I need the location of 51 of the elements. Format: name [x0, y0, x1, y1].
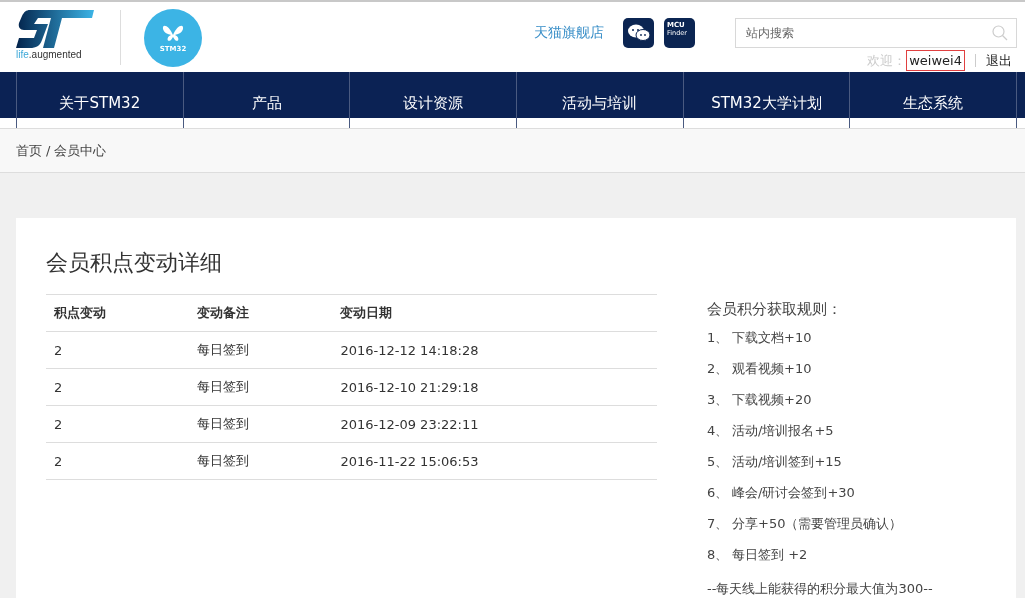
rule-text: 峰会/研讨会签到+30 [732, 484, 855, 502]
store-link[interactable]: 天猫旗舰店 [534, 24, 604, 42]
search-field[interactable]: 站内搜索 [735, 18, 1017, 48]
column-header: 变动日期 [332, 294, 657, 332]
table-cell: 每日签到 [189, 331, 333, 369]
rule-text: 活动/培训签到+15 [732, 453, 842, 471]
table-cell: 2016-12-12 14:18:28 [332, 331, 657, 369]
table-cell: 2016-11-22 15:06:53 [332, 442, 657, 480]
logout-link[interactable]: 退出 [986, 51, 1012, 70]
table-cell: 2 [46, 405, 190, 443]
rule-number: 8、 [707, 546, 730, 564]
table-cell: 2016-12-09 23:22:11 [332, 405, 657, 443]
table-cell: 2 [46, 368, 190, 406]
username-link[interactable]: weiwei4 [906, 50, 965, 71]
column-header: 积点变动 [46, 294, 190, 332]
breadcrumb-link[interactable]: 会员中心 [54, 141, 107, 160]
rule-text: 活动/培训报名+5 [732, 422, 834, 440]
breadcrumb-separator: / [46, 143, 51, 158]
nav-item[interactable]: 活动与培训 [516, 72, 683, 128]
rule-number: 4、 [707, 422, 730, 440]
table-cell: 每日签到 [189, 442, 333, 480]
nav-item[interactable]: 关于STM32 [16, 72, 183, 128]
table-cell: 2 [46, 442, 190, 480]
st-logo-icon [16, 10, 94, 48]
table-cell: 2016-12-10 21:29:18 [332, 368, 657, 406]
table-cell: 每日签到 [189, 368, 333, 406]
rules-note: --每天线上能获得的积分最大值为300-- [707, 580, 933, 598]
breadcrumb-link[interactable]: 首页 [16, 141, 42, 160]
column-header: 变动备注 [189, 294, 333, 332]
nav-item[interactable]: STM32大学计划 [682, 72, 850, 128]
rule-text: 分享+50（需要管理员确认） [732, 515, 903, 533]
rule-text: 下载视频+20 [732, 391, 812, 409]
wechat-icon[interactable] [623, 18, 654, 48]
table-cell: 2 [46, 331, 190, 369]
nav-item[interactable]: 生态系统 [849, 72, 1018, 128]
rule-text: 每日签到 +2 [732, 546, 808, 564]
rule-number: 3、 [707, 391, 730, 409]
page-title: 会员积点变动详细 [46, 249, 223, 277]
logo-tagline: life.augmented [16, 49, 82, 60]
rule-number: 1、 [707, 329, 730, 347]
table-cell: 每日签到 [189, 405, 333, 443]
rule-text: 观看视频+10 [732, 360, 812, 378]
rule-number: 2、 [707, 360, 730, 378]
butterfly-icon [160, 23, 186, 43]
rule-number: 7、 [707, 515, 730, 533]
rule-text: 下载文档+10 [732, 329, 812, 347]
rules-title: 会员积分获取规则： [707, 300, 843, 319]
rule-number: 5、 [707, 453, 730, 471]
nav-item[interactable]: 产品 [182, 72, 350, 128]
nav-item[interactable]: 设计资源 [349, 72, 516, 128]
rule-number: 6、 [707, 484, 730, 502]
